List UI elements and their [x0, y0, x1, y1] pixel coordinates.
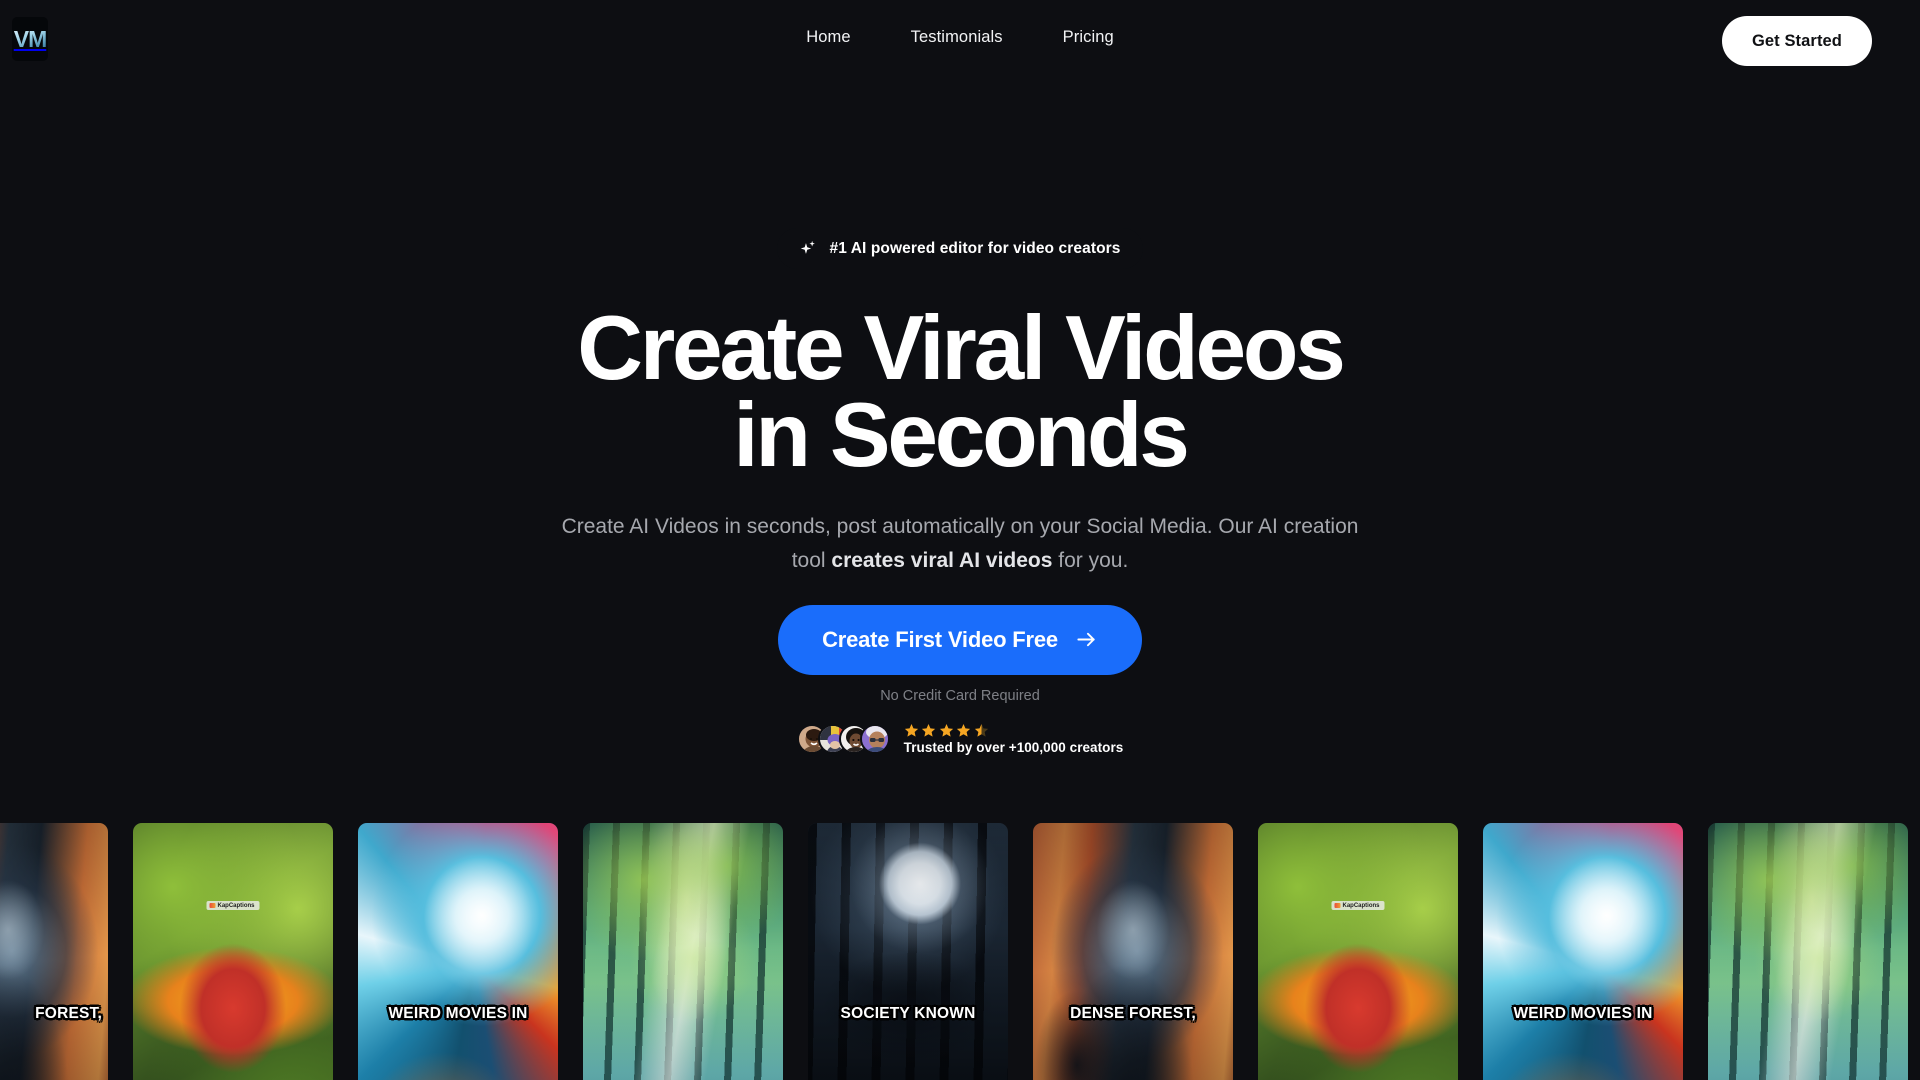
nav-link-pricing[interactable]: Pricing	[1063, 28, 1114, 47]
video-showcase-strip[interactable]: Forest, KapCaptions BRIGHT, LIVES A PARR…	[0, 823, 1920, 1080]
watermark-icon	[1334, 903, 1341, 908]
get-started-button[interactable]: Get Started	[1721, 16, 1872, 66]
card-caption: Dense forest,	[1070, 1005, 1196, 1022]
avatar-group	[796, 723, 890, 754]
page-title: Create Viral Videos in Seconds	[577, 303, 1346, 481]
card-artwork	[1483, 823, 1683, 1080]
watermark-label: KapCaptions	[1342, 902, 1380, 909]
hero-badge: #1 AI powered editor for video creators	[775, 226, 1145, 271]
card-artwork	[358, 823, 558, 1080]
video-card[interactable]	[583, 823, 783, 1080]
sparkle-icon	[799, 239, 818, 258]
card-caption: Forest,	[35, 1005, 102, 1022]
watermark-icon	[209, 903, 216, 908]
watermark-label: KapCaptions	[217, 902, 255, 909]
nav-link-testimonials[interactable]: Testimonials	[911, 28, 1003, 47]
video-card[interactable]: Forest,	[0, 823, 108, 1080]
rating-block: Trusted by over +100,000 creators	[904, 723, 1124, 755]
no-credit-card-note: No Credit Card Required	[880, 687, 1040, 704]
star-icon	[921, 723, 936, 738]
card-caption: Weird movies in	[388, 1005, 528, 1022]
video-card[interactable]: Weird movies in	[1483, 823, 1683, 1080]
top-navigation-bar: VM Home Testimonials Pricing Get Started	[0, 0, 1920, 82]
card-artwork	[808, 823, 1008, 1080]
video-card[interactable]: Society known	[808, 823, 1008, 1080]
social-proof: Trusted by over +100,000 creators	[796, 723, 1124, 755]
hero-subheadline: Create AI Videos in seconds, post automa…	[545, 510, 1375, 578]
card-caption: Weird movies in	[1513, 1005, 1653, 1022]
watermark-badge: KapCaptions	[206, 901, 260, 910]
star-icon	[956, 723, 971, 738]
video-card[interactable]	[1708, 823, 1908, 1080]
vm-logo[interactable]: VM	[12, 17, 48, 61]
headline-line-1: Create Viral Videos	[577, 298, 1346, 399]
video-card[interactable]: KapCaptions BRIGHT, LIVES A PARROT WITH	[133, 823, 333, 1080]
card-artwork	[0, 823, 108, 1080]
card-artwork	[1708, 823, 1908, 1080]
arrow-right-icon	[1075, 628, 1098, 651]
headline-line-2: in Seconds	[733, 385, 1190, 487]
subheadline-bold: creates viral AI videos	[831, 548, 1053, 572]
rating-stars	[904, 723, 1124, 738]
star-icon	[939, 723, 954, 738]
badge-label: #1 AI powered editor for video creators	[829, 239, 1121, 257]
card-artwork	[1033, 823, 1233, 1080]
create-first-video-button[interactable]: Create First Video Free	[778, 604, 1142, 675]
nav-links: Home Testimonials Pricing	[806, 28, 1114, 47]
avatar-4	[859, 723, 890, 754]
card-caption: Society known	[840, 1005, 976, 1022]
star-half-icon	[974, 723, 989, 738]
nav-link-home[interactable]: Home	[806, 28, 850, 47]
card-artwork	[133, 823, 333, 1080]
hero-section: #1 AI powered editor for video creators …	[0, 0, 1920, 824]
cta-label: Create First Video Free	[822, 626, 1058, 652]
trusted-by-text: Trusted by over +100,000 creators	[903, 739, 1124, 755]
star-icon	[904, 723, 919, 738]
watermark-badge: KapCaptions	[1331, 901, 1385, 910]
video-card[interactable]: KapCaptions BRIGHT, LIVES A PARROT WITH	[1258, 823, 1458, 1080]
card-artwork	[583, 823, 783, 1080]
card-artwork	[1258, 823, 1458, 1080]
subheadline-part-2: for you.	[1052, 548, 1129, 572]
video-card[interactable]: Dense forest,	[1033, 823, 1233, 1080]
video-card[interactable]: Weird movies in	[358, 823, 558, 1080]
logo-text: VM	[13, 25, 47, 52]
